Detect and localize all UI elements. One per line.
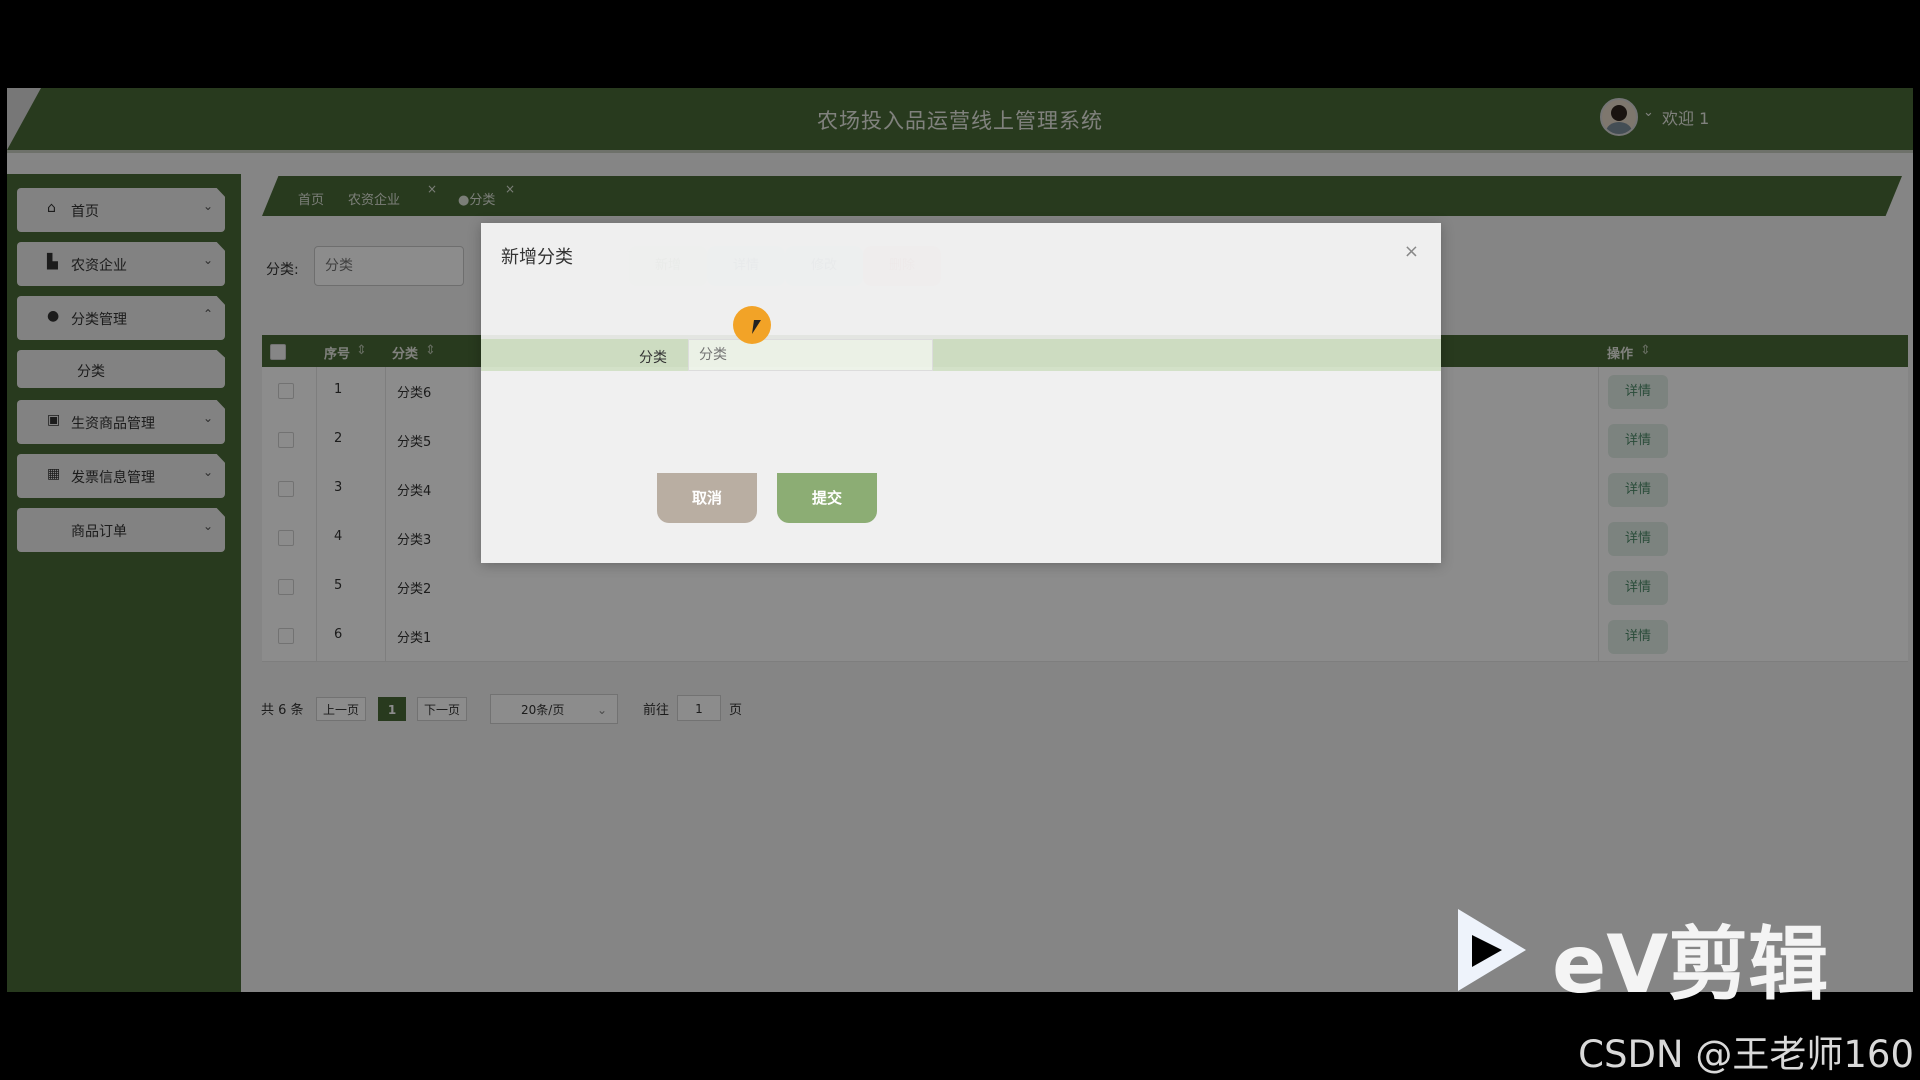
ev-watermark: eV剪辑 [1552, 918, 1829, 1011]
ev-logo-icon [1458, 909, 1526, 991]
category-field-label: 分类 [639, 350, 667, 366]
close-icon[interactable]: × [1404, 241, 1419, 262]
add-category-dialog: 新增分类 × 分类 取消 提交 [481, 223, 1441, 563]
submit-button[interactable]: 提交 [777, 473, 877, 523]
category-field-input[interactable] [688, 339, 933, 371]
cursor-highlight [733, 306, 771, 344]
cancel-button[interactable]: 取消 [657, 473, 757, 523]
dialog-title: 新增分类 [501, 247, 573, 268]
csdn-watermark: CSDN @王老师160 [1578, 1033, 1914, 1076]
app-window: 农场投入品运营线上管理系统 ⌄ 欢迎 1 ⌂ 首页 ⌄ ▙ 农资企业 ⌄ ● 分… [7, 88, 1913, 992]
category-field-row: 分类 [481, 339, 1441, 371]
